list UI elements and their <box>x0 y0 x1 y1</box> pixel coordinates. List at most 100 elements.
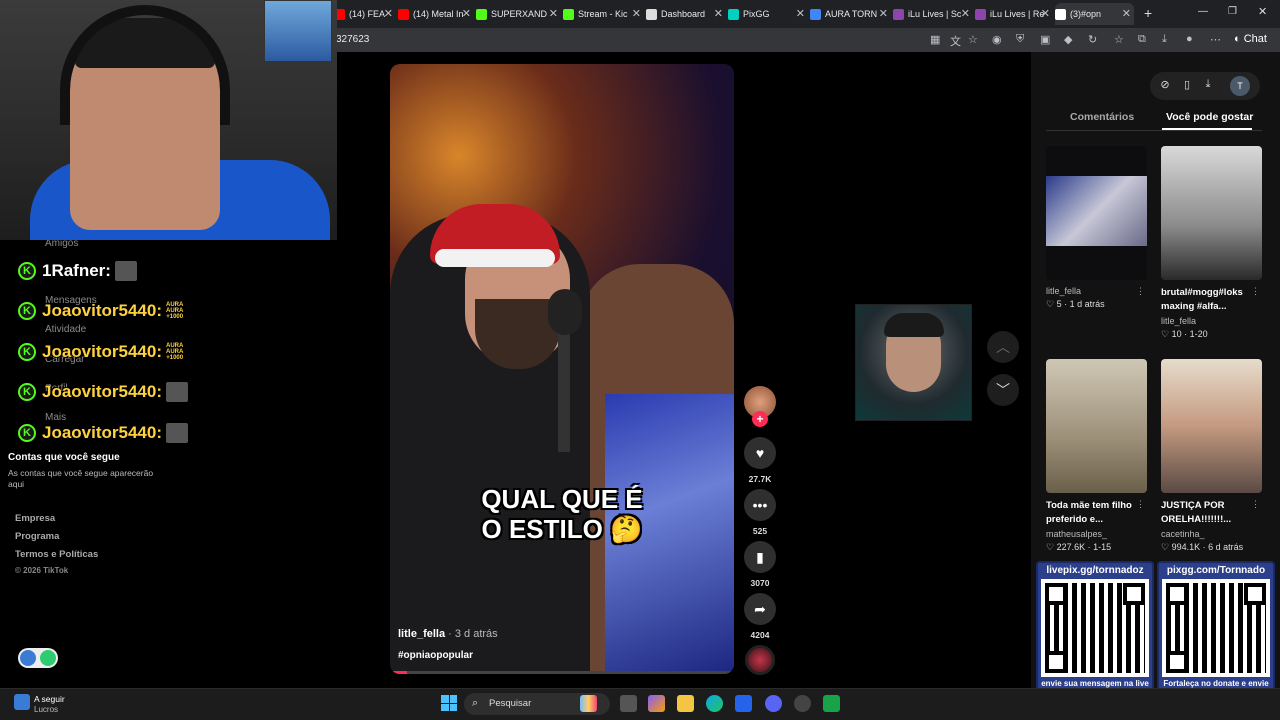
app-icon[interactable] <box>823 695 840 712</box>
widget-title[interactable]: A seguir <box>34 694 65 704</box>
edge-icon[interactable] <box>706 695 723 712</box>
follow-button[interactable]: + <box>752 411 768 427</box>
compass-icon[interactable]: ⊘ <box>1156 78 1174 96</box>
close-tab-icon[interactable]: ✕ <box>1122 7 1131 20</box>
card-title[interactable]: JUSTIÇA POR ORELHA!!!!!!!... <box>1161 499 1253 527</box>
floating-video-thumbnail[interactable] <box>855 304 972 421</box>
more-icon[interactable]: ⋯ <box>1210 33 1221 46</box>
profile-icon[interactable]: ● <box>1186 33 1193 45</box>
photos-icon[interactable] <box>735 695 752 712</box>
share-icon[interactable]: ➦ <box>744 593 776 625</box>
close-tab-icon[interactable]: ✕ <box>961 7 970 20</box>
extension-icon[interactable]: ◆ <box>1064 33 1072 46</box>
new-tab-button[interactable]: + <box>1144 5 1152 21</box>
browser-tab[interactable]: iLu Lives | Re ✕ <box>975 3 1053 25</box>
widgets-icon[interactable] <box>14 694 30 710</box>
mini-player-toggle[interactable] <box>18 648 58 668</box>
copilot-chat-button[interactable]: ◐ Chat <box>1234 33 1267 45</box>
close-tab-icon[interactable]: ✕ <box>796 7 805 20</box>
browser-tab[interactable]: iLu Lives | Sc ✕ <box>893 3 973 25</box>
close-tab-icon[interactable]: ✕ <box>714 7 723 20</box>
restore-icon[interactable]: ❐ <box>1228 6 1237 17</box>
music-disc[interactable] <box>745 645 775 675</box>
browser-tab[interactable]: Dashboard ✕ <box>646 3 726 25</box>
file-explorer-icon[interactable] <box>677 695 694 712</box>
favorites-icon[interactable]: ☆ <box>1114 33 1124 46</box>
card-title[interactable]: Toda mãe tem filho preferido e... <box>1046 499 1138 527</box>
card-thumbnail[interactable] <box>1046 359 1147 493</box>
collections-icon[interactable]: ⧉ <box>1138 33 1146 46</box>
translate-icon[interactable]: 文 <box>950 33 961 49</box>
more-options-icon[interactable]: ⋮ <box>1136 499 1145 510</box>
footer-link[interactable]: Empresa <box>15 513 55 524</box>
close-tab-icon[interactable]: ✕ <box>632 7 641 20</box>
tab-comments[interactable]: Comentários <box>1070 111 1134 123</box>
search-highlight-icon[interactable] <box>580 695 597 712</box>
video-author[interactable]: litle_fella · 3 d atrás <box>398 628 498 640</box>
download-icon[interactable]: ⤓ <box>1162 33 1167 46</box>
bookmark-icon[interactable]: ▮ <box>744 541 776 573</box>
card-user[interactable]: matheusalpes_ <box>1046 529 1147 539</box>
more-options-icon[interactable]: ⋮ <box>1136 286 1145 297</box>
card-thumbnail[interactable] <box>1046 146 1147 280</box>
apps-icon[interactable]: ▦ <box>930 33 940 46</box>
author-name[interactable]: litle_fella <box>398 628 445 640</box>
browser-tab[interactable]: Stream - Kic ✕ <box>563 3 644 25</box>
minimize-icon[interactable]: — <box>1198 6 1208 17</box>
tab-you-may-like[interactable]: Você pode gostar <box>1166 111 1253 123</box>
extension-icon[interactable]: ▣ <box>1040 33 1050 46</box>
close-tab-icon[interactable]: ✕ <box>549 7 558 20</box>
search-placeholder[interactable]: Pesquisar <box>489 698 531 709</box>
copilot-icon[interactable] <box>648 695 665 712</box>
previous-video-button[interactable]: ︿ <box>987 331 1019 363</box>
recommended-card[interactable]: Toda mãe tem filho preferido e... ⋮ math… <box>1046 359 1147 553</box>
sidebar-nav-item[interactable]: Atividade <box>45 324 86 335</box>
task-view-icon[interactable] <box>620 695 637 712</box>
close-tab-icon[interactable]: ✕ <box>384 7 393 20</box>
comment-icon[interactable]: ••• <box>744 489 776 521</box>
share-action[interactable]: ➦ 4204 <box>744 593 776 640</box>
footer-link[interactable]: Termos e Políticas <box>15 549 98 560</box>
recommended-card[interactable]: ⋮ litle_fella ♡ 5 · 1 d atrás <box>1046 146 1147 310</box>
recommended-card[interactable]: JUSTIÇA POR ORELHA!!!!!!!... ⋮ cacetinha… <box>1161 359 1262 553</box>
start-button[interactable] <box>441 695 457 711</box>
browser-tab[interactable]: PixGG ✕ <box>728 3 808 25</box>
close-tab-icon[interactable]: ✕ <box>1041 7 1050 20</box>
shield-icon[interactable]: ⛨ <box>1016 33 1024 46</box>
browser-tab[interactable]: AURA TORN ✕ <box>810 3 891 25</box>
like-action[interactable]: ♥ 27.7K <box>744 437 776 484</box>
video-progress-bar[interactable] <box>390 671 734 674</box>
refresh-icon[interactable]: ↻ <box>1088 33 1097 46</box>
download-icon[interactable]: ⤓ <box>1199 78 1217 96</box>
more-options-icon[interactable]: ⋮ <box>1251 286 1260 297</box>
browser-tab[interactable]: SUPERXAND ✕ <box>476 3 561 25</box>
card-thumbnail[interactable] <box>1161 146 1262 280</box>
card-user[interactable]: cacetinha_ <box>1161 529 1262 539</box>
footer-link[interactable]: Programa <box>15 531 59 542</box>
phone-icon[interactable]: ▯ <box>1178 78 1196 96</box>
next-video-button[interactable]: ﹀ <box>987 374 1019 406</box>
address-bar[interactable]: 327623 <box>336 34 369 45</box>
extension-icon[interactable]: ◉ <box>992 33 1002 46</box>
video-hashtag[interactable]: #opniaopopular <box>398 650 473 661</box>
discord-icon[interactable] <box>765 695 782 712</box>
card-user[interactable]: litle_fella <box>1046 286 1147 296</box>
save-action[interactable]: ▮ 3070 <box>744 541 776 588</box>
card-thumbnail[interactable] <box>1161 359 1262 493</box>
browser-tab[interactable]: (14) FEA ✕ <box>334 3 396 25</box>
heart-icon[interactable]: ♥ <box>744 437 776 469</box>
video-player[interactable]: QUAL QUE É O ESTILO 🤔 litle_fella · 3 d … <box>390 64 734 674</box>
comment-action[interactable]: ••• 525 <box>744 489 776 536</box>
user-avatar[interactable]: T <box>1230 76 1250 96</box>
obs-icon[interactable] <box>794 695 811 712</box>
browser-tab[interactable]: (14) Metal In ✕ <box>398 3 474 25</box>
browser-tab[interactable]: (3)#opn ✕ <box>1055 3 1134 25</box>
recommended-card[interactable]: brutal#mogg#loks maxing #alfa... ⋮ litle… <box>1161 146 1262 340</box>
close-tab-icon[interactable]: ✕ <box>879 7 888 20</box>
close-tab-icon[interactable]: ✕ <box>462 7 471 20</box>
bookmark-star-icon[interactable]: ☆ <box>968 33 978 46</box>
card-user[interactable]: litle_fella <box>1161 316 1262 326</box>
close-window-icon[interactable]: ✕ <box>1258 5 1267 18</box>
more-options-icon[interactable]: ⋮ <box>1251 499 1260 510</box>
card-title[interactable]: brutal#mogg#loks maxing #alfa... <box>1161 286 1253 314</box>
